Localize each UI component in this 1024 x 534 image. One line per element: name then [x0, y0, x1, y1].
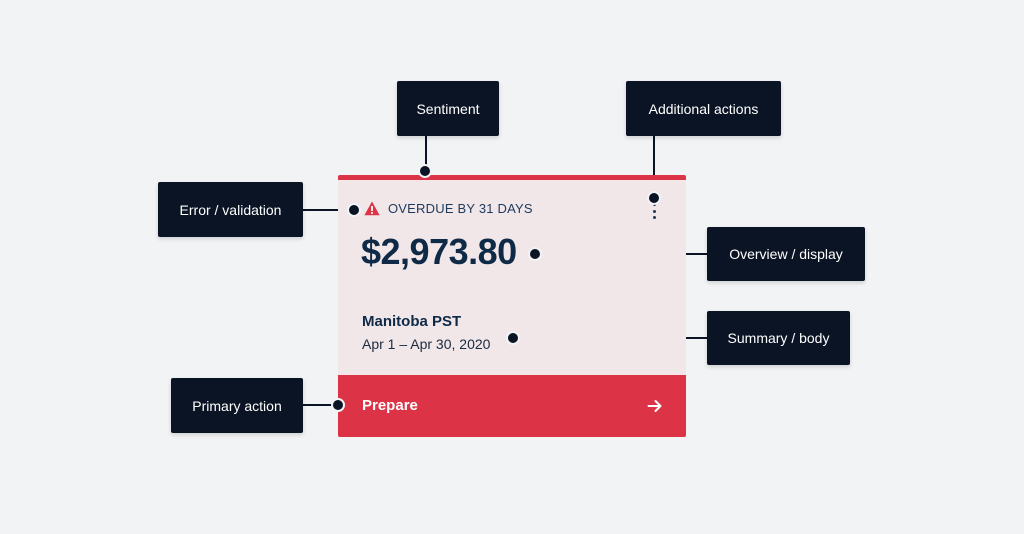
sentiment-marker	[418, 164, 432, 178]
error-validation-marker	[347, 203, 361, 217]
primary-action-callout: Primary action	[171, 378, 303, 433]
sentiment-bar	[338, 175, 686, 180]
additional-actions-callout: Additional actions	[626, 81, 781, 136]
tax-obligation-card: OVERDUE BY 31 DAYS $2,973.80 Manitoba PS…	[338, 175, 686, 437]
primary-action-marker	[331, 398, 345, 412]
additional-actions-marker	[647, 191, 661, 205]
summary-period: Apr 1 – Apr 30, 2020	[362, 336, 491, 352]
sentiment-callout: Sentiment	[397, 81, 499, 136]
warning-icon	[364, 201, 380, 216]
summary-body-marker	[506, 331, 520, 345]
overview-display-callout: Overview / display	[707, 227, 865, 281]
prepare-button-label: Prepare	[362, 397, 418, 414]
overview-display-marker	[528, 247, 542, 261]
prepare-button[interactable]: Prepare	[338, 375, 686, 437]
error-validation-callout: Error / validation	[158, 182, 303, 237]
error-validation-status: OVERDUE BY 31 DAYS	[364, 201, 533, 216]
summary-title: Manitoba PST	[362, 313, 462, 330]
arrow-right-icon	[647, 400, 662, 412]
amount-display: $2,973.80	[361, 231, 517, 272]
status-label: OVERDUE BY 31 DAYS	[388, 201, 533, 216]
summary-body-callout: Summary / body	[707, 311, 850, 365]
